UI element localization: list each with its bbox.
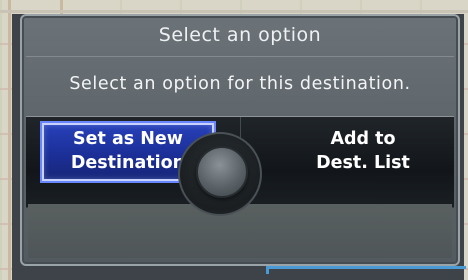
dialog-message: Select an option for this destination. xyxy=(69,74,411,94)
add-to-dest-list-label: Add to Dest. List xyxy=(316,129,410,173)
title-divider xyxy=(26,56,454,57)
dialog-title: Select an option xyxy=(158,24,322,46)
add-to-dest-list-button[interactable]: Add to Dest. List xyxy=(270,123,454,181)
joystick-knob-icon[interactable] xyxy=(196,146,248,198)
set-as-new-destination-label: Set as New Destination xyxy=(70,129,186,173)
map-edge-accent xyxy=(266,266,466,274)
dialog-footer xyxy=(28,204,452,258)
